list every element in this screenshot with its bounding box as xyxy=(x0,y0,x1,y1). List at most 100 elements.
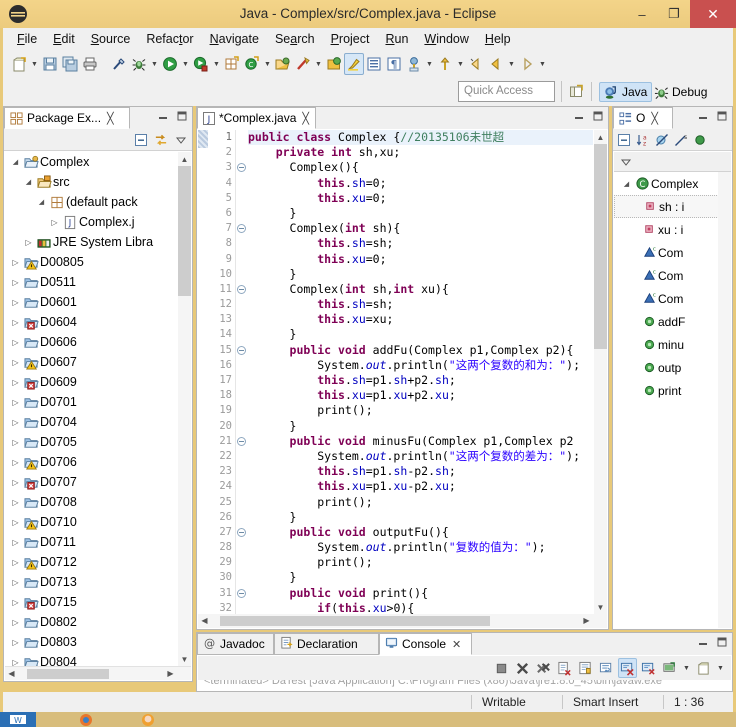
tree-item[interactable]: ▷ D0606 xyxy=(5,332,191,352)
outline-vscrollbar[interactable] xyxy=(718,172,731,628)
tab-complex-java[interactable]: J *Complex.java ╳ xyxy=(197,107,316,129)
minimize-icon[interactable] xyxy=(696,109,710,123)
scroll-lock-icon[interactable] xyxy=(576,658,595,678)
tree-item[interactable]: ▷ JRE System Libra xyxy=(5,232,191,252)
collapsed-arrow-icon[interactable]: ▷ xyxy=(9,318,22,327)
word-wrap-icon[interactable] xyxy=(597,658,616,678)
close-icon[interactable]: ╳ xyxy=(651,112,658,125)
tree-item[interactable]: ▷ D0609 xyxy=(5,372,191,392)
package-explorer-hscrollbar[interactable]: ◀ ▶ xyxy=(5,666,191,680)
outline-item[interactable]: minu xyxy=(614,333,719,356)
editor-text-area[interactable]: 1 2 3 4 5 6 7 8 9 10 11 12 13 14 15 16 17 18 19 20 21 22 23 24 2… xyxy=(198,130,607,628)
fold-toggle-icon[interactable] xyxy=(237,224,246,234)
collapsed-arrow-icon[interactable]: ▷ xyxy=(9,638,22,647)
collapsed-arrow-icon[interactable]: ▷ xyxy=(9,538,22,547)
tree-item[interactable]: ▷ J Complex.j xyxy=(5,212,191,232)
close-icon[interactable]: ╳ xyxy=(302,112,309,125)
scroll-thumb[interactable] xyxy=(178,166,191,296)
collapsed-arrow-icon[interactable]: ▷ xyxy=(9,278,22,287)
hide-static-icon[interactable]: s xyxy=(674,133,688,147)
scroll-right-icon[interactable]: ▶ xyxy=(580,614,593,626)
maximize-icon[interactable] xyxy=(715,109,729,123)
fold-toggle-icon[interactable] xyxy=(237,528,246,538)
collapsed-arrow-icon[interactable]: ▷ xyxy=(9,258,22,267)
open-task-dropdown-icon[interactable]: ▼ xyxy=(313,53,324,75)
sort-icon[interactable]: a z xyxy=(636,133,650,147)
tree-item[interactable]: ▷ D0704 xyxy=(5,412,191,432)
new-java-class-icon[interactable]: C xyxy=(242,53,262,75)
outline-item[interactable]: print xyxy=(614,379,719,402)
menu-refactor[interactable]: Refactor xyxy=(138,30,201,48)
maximize-icon[interactable] xyxy=(591,109,605,123)
forward-dropdown-icon[interactable]: ▼ xyxy=(537,53,548,75)
collapsed-arrow-icon[interactable]: ▷ xyxy=(9,358,22,367)
tree-item[interactable]: ▷ D0707 xyxy=(5,472,191,492)
menu-run[interactable]: Run xyxy=(377,30,416,48)
tree-item[interactable]: ▷ D0802 xyxy=(5,612,191,632)
menu-search[interactable]: Search xyxy=(267,30,323,48)
new-java-package-icon[interactable] xyxy=(222,53,242,75)
search-icon[interactable] xyxy=(324,53,344,75)
tree-item[interactable]: ▷ D0607 xyxy=(5,352,191,372)
tree-item[interactable]: ▷ D0604 xyxy=(5,312,191,332)
close-icon[interactable]: ✕ xyxy=(452,638,461,651)
open-perspective-icon[interactable] xyxy=(567,82,586,101)
next-annotation-icon[interactable] xyxy=(435,53,455,75)
display-selected-console-dropdown-icon[interactable]: ▼ xyxy=(681,657,692,679)
menu-navigate[interactable]: Navigate xyxy=(202,30,267,48)
perspective-debug[interactable]: Debug xyxy=(650,82,711,102)
forward-history-icon[interactable] xyxy=(517,53,537,75)
menu-file[interactable]: File xyxy=(9,30,45,48)
save-icon[interactable] xyxy=(40,53,60,75)
quick-access-input[interactable]: Quick Access xyxy=(458,81,555,102)
hide-non-public-icon[interactable] xyxy=(693,133,707,147)
highlight-icon[interactable] xyxy=(344,53,364,75)
view-menu-icon[interactable] xyxy=(174,133,188,147)
open-console-icon[interactable] xyxy=(694,658,713,678)
collapse-all-icon[interactable] xyxy=(617,133,631,147)
menu-help[interactable]: Help xyxy=(477,30,519,48)
back-history-icon[interactable] xyxy=(466,53,486,75)
minimize-icon[interactable] xyxy=(156,109,170,123)
remove-all-terminated-icon[interactable] xyxy=(534,658,553,678)
editor-hscrollbar[interactable]: ◀ ▶ xyxy=(198,614,607,628)
tree-item[interactable]: ▷ D0712 xyxy=(5,552,191,572)
console-output[interactable]: <terminated> DaTest [Java Application] C… xyxy=(198,680,731,690)
scroll-thumb[interactable] xyxy=(27,669,109,679)
collapsed-arrow-icon[interactable]: ▷ xyxy=(9,478,22,487)
run-dropdown-icon[interactable]: ▼ xyxy=(180,53,191,75)
fold-toggle-icon[interactable] xyxy=(237,437,246,446)
save-all-icon[interactable] xyxy=(60,53,80,75)
tree-item[interactable]: ▷ D0511 xyxy=(5,272,191,292)
tree-item[interactable]: ▷ D0715 xyxy=(5,592,191,612)
scroll-right-icon[interactable]: ▶ xyxy=(164,667,177,679)
minimize-icon[interactable] xyxy=(696,635,710,649)
print-icon[interactable] xyxy=(80,53,100,75)
debug-dropdown-icon[interactable]: ▼ xyxy=(149,53,160,75)
remove-launch-icon[interactable] xyxy=(513,658,532,678)
tree-item[interactable]: ▷ D0713 xyxy=(5,572,191,592)
editor-folding-column[interactable] xyxy=(236,130,247,628)
link-with-editor-icon[interactable] xyxy=(154,133,168,147)
fold-toggle-icon[interactable] xyxy=(237,345,246,355)
tree-item[interactable]: ▷ D0711 xyxy=(5,532,191,552)
collapsed-arrow-icon[interactable]: ▷ xyxy=(9,618,22,627)
collapsed-arrow-icon[interactable]: ▷ xyxy=(9,518,22,527)
collapsed-arrow-icon[interactable]: ▷ xyxy=(9,438,22,447)
clear-console-icon[interactable] xyxy=(555,658,574,678)
tree-item[interactable]: ◢ Complex xyxy=(5,152,191,172)
close-icon[interactable]: ╳ xyxy=(107,112,114,125)
tab-declaration[interactable]: Declaration xyxy=(274,633,379,655)
tree-item[interactable]: ▷ D00805 xyxy=(5,252,191,272)
expanded-arrow-icon[interactable]: ◢ xyxy=(9,158,22,166)
terminate-icon[interactable] xyxy=(492,658,511,678)
next-annotation-dropdown-icon[interactable]: ▼ xyxy=(455,53,466,75)
collapsed-arrow-icon[interactable]: ▷ xyxy=(9,498,22,507)
collapsed-arrow-icon[interactable]: ▷ xyxy=(9,458,22,467)
maximize-button[interactable]: ❐ xyxy=(658,0,690,28)
run-coverage-dropdown-icon[interactable]: ▼ xyxy=(211,53,222,75)
outline-item[interactable]: xu : i xyxy=(614,218,719,241)
open-console-dropdown-icon[interactable]: ▼ xyxy=(715,657,726,679)
hide-fields-icon[interactable] xyxy=(655,133,669,147)
open-type-icon[interactable] xyxy=(273,53,293,75)
